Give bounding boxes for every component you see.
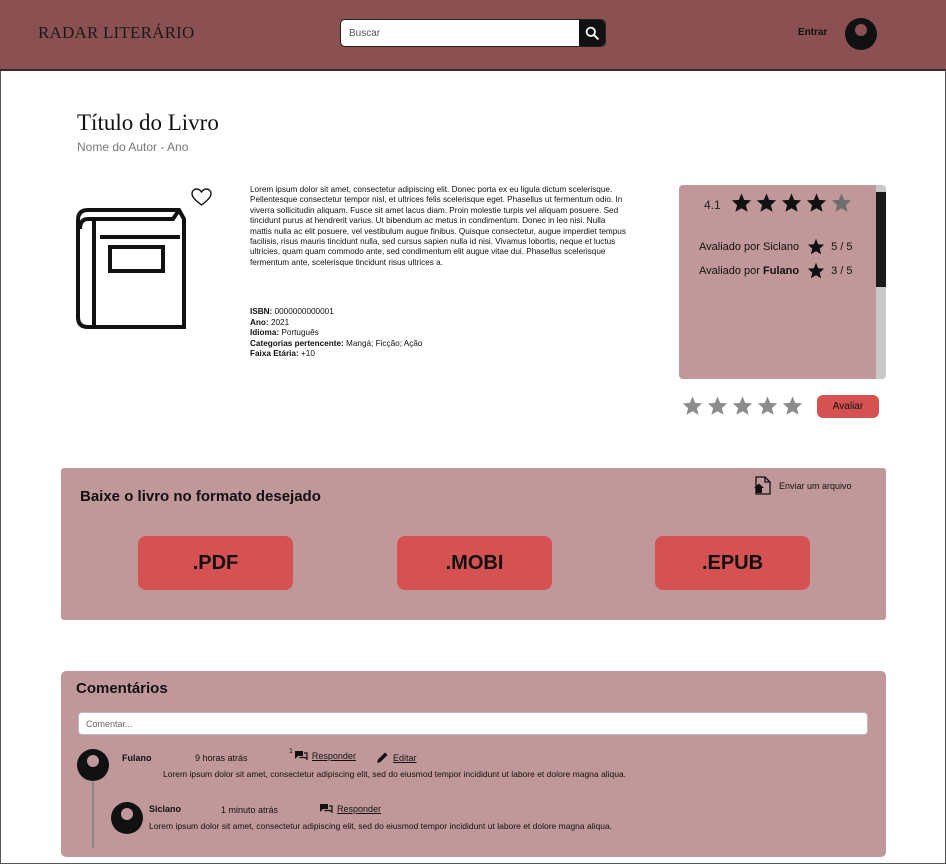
site-logo[interactable]: RADAR LITERÁRIO — [38, 23, 194, 43]
star-icon — [807, 238, 825, 255]
rate-star-1-icon[interactable] — [682, 395, 703, 416]
comment-author[interactable]: Siclano — [149, 804, 181, 814]
rate-button[interactable]: Avaliar — [817, 395, 879, 418]
star-icon — [831, 193, 852, 212]
language-label: Idioma: — [250, 328, 280, 337]
review-fulano: Avaliado por Fulano 3 / 5 — [699, 262, 852, 279]
book-description: Lorem ipsum dolor sit amet, consectetur … — [250, 185, 626, 267]
reply-icon — [320, 804, 333, 814]
reply-label: Responder — [311, 750, 356, 761]
comments-section: Comentários Fulano 9 horas atrás 1 Respo… — [61, 671, 886, 857]
comment-time: 9 horas atrás — [195, 753, 248, 763]
book-metadata: ISBN: 0000000000001 Ano: 2021 Idioma: Po… — [250, 307, 422, 360]
reply-icon — [294, 751, 308, 761]
reply-count: 1 — [289, 748, 293, 755]
rate-star-3-icon[interactable] — [732, 395, 753, 416]
isbn-value: 0000000000001 — [274, 307, 334, 316]
user-avatar-icon[interactable] — [76, 749, 110, 781]
review-score: 3 / 5 — [831, 264, 853, 277]
comment-text: Lorem ipsum dolor sit amet, consectetur … — [149, 821, 613, 831]
star-icon — [731, 193, 752, 212]
review-siclano: Avaliado por Siclano 5 / 5 — [699, 238, 853, 255]
reply-button[interactable]: 1 Responder — [289, 748, 356, 761]
reply-button[interactable]: Responder — [319, 803, 381, 814]
upload-file-label: Enviar um arquivo — [779, 480, 852, 491]
comment-author[interactable]: Fulano — [122, 753, 152, 763]
book-author-year: Nome do Autor - Ano — [77, 140, 189, 154]
comment-text: Lorem ipsum dolor sit amet, consectetur … — [163, 769, 627, 779]
average-stars — [731, 192, 856, 213]
rate-star-2-icon[interactable] — [707, 395, 728, 416]
edit-label: Editar — [393, 752, 417, 763]
comment-input[interactable] — [78, 712, 868, 735]
average-rating: 4.1 — [704, 198, 721, 212]
heart-icon[interactable] — [191, 188, 212, 207]
download-section: Baixe o livro no formato desejado Enviar… — [61, 468, 886, 620]
upload-file-icon — [754, 476, 771, 495]
review-prefix: Avaliado por — [699, 264, 764, 277]
comment-time: 1 minuto atrás — [221, 805, 279, 815]
categories-label: Categorias pertencente: — [250, 338, 344, 348]
age-value: +10 — [300, 349, 315, 358]
age-label: Faixa Etária: — [250, 349, 299, 358]
login-link[interactable]: Entrar — [798, 27, 827, 38]
reply-label: Responder — [337, 803, 382, 814]
download-epub-button[interactable]: .EPUB — [655, 536, 810, 590]
star-icon — [756, 193, 777, 212]
star-icon — [806, 193, 827, 212]
user-rating-stars — [682, 395, 807, 416]
star-icon — [781, 193, 802, 212]
review-user: Fulano — [763, 264, 800, 277]
review-prefix: Avaliado por — [699, 240, 764, 253]
rate-star-5-icon[interactable] — [782, 395, 803, 416]
rating-panel: 4.1 Avaliado por Siclano 5 / 5 Avaliado … — [679, 185, 886, 379]
edit-button[interactable]: Editar — [376, 751, 417, 764]
comments-title: Comentários — [76, 680, 168, 697]
user-avatar-icon[interactable] — [844, 18, 878, 50]
download-title: Baixe o livro no formato desejado — [80, 488, 321, 505]
rate-star-4-icon[interactable] — [757, 395, 778, 416]
review-user: Siclano — [763, 240, 800, 253]
top-header: RADAR LITERÁRIO Entrar — [0, 0, 946, 71]
reviews-scrollbar[interactable] — [876, 185, 886, 379]
search-icon — [585, 26, 599, 40]
search-bar — [340, 19, 606, 47]
reply-thread-line — [92, 782, 94, 848]
search-button[interactable] — [579, 20, 605, 46]
search-input[interactable] — [341, 20, 581, 46]
year-label: Ano: — [250, 317, 269, 327]
isbn-label: ISBN: — [250, 307, 273, 316]
book-title: Título do Livro — [77, 110, 219, 135]
book-icon — [76, 208, 186, 329]
categories-value: Mangá; Ficção; Ação — [346, 338, 423, 348]
upload-file-link[interactable]: Enviar um arquivo — [753, 476, 852, 495]
language-value: Português — [281, 328, 319, 337]
star-icon — [807, 262, 825, 279]
year-value: 2021 — [270, 317, 290, 327]
download-pdf-button[interactable]: .PDF — [138, 536, 293, 590]
user-avatar-icon[interactable] — [110, 802, 144, 834]
review-score: 5 / 5 — [831, 240, 853, 253]
scrollbar-thumb[interactable] — [876, 192, 886, 287]
edit-pencil-icon — [377, 752, 388, 763]
download-mobi-button[interactable]: .MOBI — [397, 536, 552, 590]
